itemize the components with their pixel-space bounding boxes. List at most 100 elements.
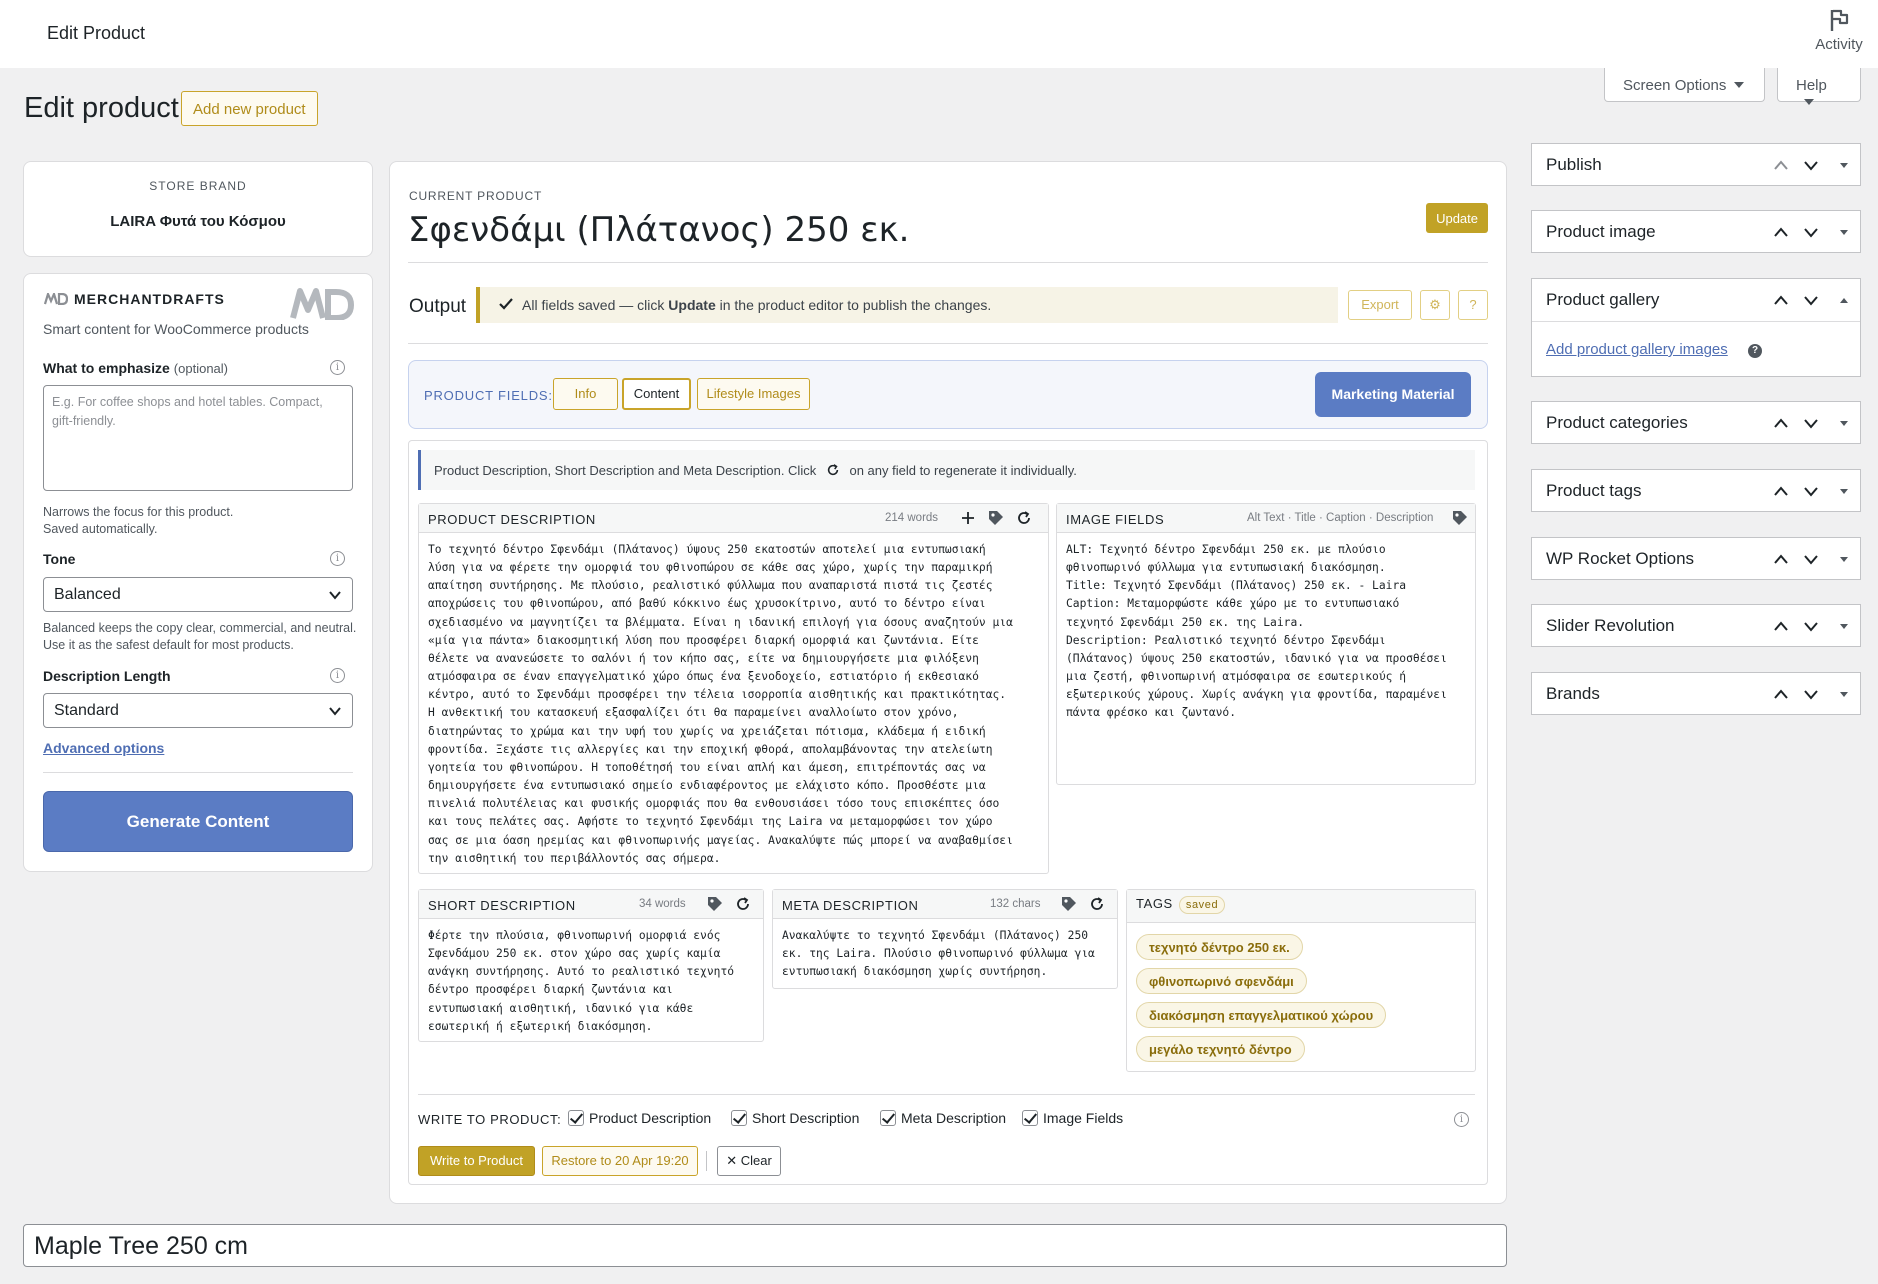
update-button[interactable]: Update: [1426, 203, 1488, 233]
image-fields-text[interactable]: ALT: Τεχνητό δέντρο Σφενδάμι 250 εκ. με …: [1066, 541, 1469, 723]
current-product-label: CURRENT PRODUCT: [409, 189, 543, 203]
clear-label: Clear: [740, 1153, 772, 1168]
tag-icon[interactable]: [707, 896, 723, 912]
box-controls-icon[interactable]: [1770, 552, 1854, 566]
field-title: TAGS saved: [1136, 896, 1226, 914]
box-controls-icon[interactable]: [1770, 484, 1854, 498]
divider: [43, 772, 353, 773]
tag-icon[interactable]: [988, 510, 1004, 526]
sidebar-box-brands[interactable]: Brands: [1531, 672, 1861, 715]
checkbox-box[interactable]: [880, 1110, 896, 1126]
box-controls-icon[interactable]: [1770, 687, 1854, 701]
short-description-field: SHORT DESCRIPTION 34 words Φέρτε την πλο…: [418, 889, 764, 1042]
generate-content-button[interactable]: Generate Content: [43, 791, 353, 852]
product-title-input[interactable]: Maple Tree 250 cm: [23, 1224, 1507, 1267]
activity-button[interactable]: Activity: [1804, 8, 1874, 64]
product-description-text[interactable]: Το τεχνητό δέντρο Σφενδάμι (Πλάτανος) ύψ…: [428, 541, 1042, 868]
help-label: Help: [1796, 77, 1827, 94]
refresh-icon[interactable]: [1016, 510, 1032, 526]
info-icon[interactable]: i: [330, 551, 345, 566]
short-description-text[interactable]: Φέρτε την πλούσια, φθινοπωρινή ομορφιά ε…: [428, 927, 757, 1036]
meta-description-text[interactable]: Ανακαλύψτε το τεχνητό Σφενδάμι (Πλάτανος…: [782, 927, 1111, 981]
clear-button[interactable]: ✕ Clear: [717, 1146, 781, 1176]
divider: [418, 1094, 1475, 1095]
box-title: Publish: [1546, 155, 1602, 174]
checkbox-meta-description[interactable]: Meta Description: [880, 1110, 1006, 1126]
checkbox-image-fields[interactable]: Image Fields: [1022, 1110, 1123, 1126]
info-icon[interactable]: i: [330, 360, 345, 375]
restore-button[interactable]: Restore to 20 Apr 19:20: [542, 1146, 698, 1176]
checkbox-product-description[interactable]: Product Description: [568, 1110, 711, 1126]
tag-pill[interactable]: τεχνητό δέντρο 250 εκ.: [1136, 934, 1303, 960]
plus-icon[interactable]: [960, 510, 976, 526]
box-controls-icon[interactable]: [1770, 416, 1854, 430]
tag-pill[interactable]: μεγάλο τεχνητό δέντρο: [1136, 1036, 1305, 1062]
add-new-product-button[interactable]: Add new product: [181, 91, 318, 126]
tab-content[interactable]: Content: [622, 378, 691, 410]
close-icon: ✕: [726, 1153, 738, 1168]
refresh-icon[interactable]: [735, 896, 751, 912]
content-intro: Product Description, Short Description a…: [418, 450, 1475, 490]
box-controls-icon[interactable]: [1770, 225, 1854, 239]
checkbox-label: Image Fields: [1043, 1110, 1124, 1126]
box-controls-icon[interactable]: [1770, 158, 1854, 172]
sidebar-box-publish[interactable]: Publish: [1531, 143, 1861, 186]
emphasize-input[interactable]: E.g. For coffee shops and hotel tables. …: [43, 385, 353, 491]
box-controls-icon[interactable]: [1770, 293, 1854, 307]
tone-select[interactable]: Balanced: [43, 577, 353, 612]
sidebar-box-product-tags[interactable]: Product tags: [1531, 469, 1861, 512]
box-controls-icon[interactable]: [1770, 619, 1854, 633]
image-fields-field: IMAGE FIELDS Alt Text · Title · Caption …: [1056, 503, 1476, 785]
checkbox-short-description[interactable]: Short Description: [731, 1110, 859, 1126]
tone-label: Tone: [43, 551, 76, 567]
sidebar-box-wp-rocket-options[interactable]: WP Rocket Options: [1531, 537, 1861, 580]
tags-field: TAGS saved τεχνητό δέντρο 250 εκ. φθινοπω…: [1126, 889, 1476, 1072]
tag-pill[interactable]: διακόσμηση επαγγελματικού χώρου: [1136, 1002, 1387, 1028]
tag-icon[interactable]: [1452, 510, 1468, 526]
info-icon[interactable]: i: [330, 668, 345, 683]
tab-info[interactable]: Info: [553, 378, 618, 410]
description-length-select[interactable]: Standard: [43, 693, 353, 728]
sidebar-box-product-categories[interactable]: Product categories: [1531, 401, 1861, 444]
emphasize-label-text: What to emphasize: [43, 360, 170, 376]
add-gallery-images-link[interactable]: Add product gallery images: [1546, 341, 1728, 358]
generator-card: MERCHANTDRAFTS Smart content for WooComm…: [23, 273, 373, 872]
merchantdrafts-logo-large-icon: [290, 288, 354, 320]
image-fields-meta: Alt Text · Title · Caption · Description: [1247, 512, 1434, 524]
field-title: SHORT DESCRIPTION: [428, 898, 576, 913]
content-area: Product Description, Short Description a…: [408, 440, 1488, 1185]
screen-options-button[interactable]: Screen Options: [1604, 68, 1765, 102]
tag-icon[interactable]: [1061, 896, 1077, 912]
sidebar-box-product-image[interactable]: Product image: [1531, 210, 1861, 253]
marketing-material-button[interactable]: Marketing Material: [1315, 372, 1471, 417]
divider: [1532, 321, 1860, 322]
checkmark-icon: [499, 298, 513, 310]
word-count: 34 words: [639, 898, 686, 910]
write-to-product-button[interactable]: Write to Product: [418, 1146, 535, 1176]
box-title: Brands: [1546, 684, 1600, 703]
notice-text-bold: Update: [668, 297, 716, 313]
product-fields-label: PRODUCT FIELDS:: [424, 388, 553, 403]
help-question-button[interactable]: ?: [1458, 290, 1488, 320]
tab-lifestyle-images[interactable]: Lifestyle Images: [697, 378, 810, 410]
field-title: PRODUCT DESCRIPTION: [428, 512, 596, 527]
help-icon[interactable]: ?: [1748, 344, 1762, 358]
intro-text-post: on any field to regenerate it individual…: [849, 463, 1077, 478]
help-button[interactable]: Help: [1777, 68, 1861, 105]
field-header: SHORT DESCRIPTION 34 words: [419, 890, 763, 919]
checkbox-box[interactable]: [568, 1110, 584, 1126]
top-bar: Edit Product Activity: [0, 0, 1878, 68]
sidebar-box-slider-revolution[interactable]: Slider Revolution: [1531, 604, 1861, 647]
tag-pill[interactable]: φθινοπωρινό σφενδάμι: [1136, 968, 1307, 994]
caret-down-icon: [1734, 82, 1745, 88]
export-button[interactable]: Export: [1348, 290, 1412, 320]
caret-down-icon: [1804, 99, 1814, 105]
refresh-icon[interactable]: [1089, 896, 1105, 912]
checkbox-box[interactable]: [731, 1110, 747, 1126]
word-count: 214 words: [885, 512, 939, 524]
meta-description-field: META DESCRIPTION 132 chars Ανακαλύψτε το…: [772, 889, 1118, 989]
settings-gear-button[interactable]: ⚙: [1420, 290, 1450, 320]
info-icon[interactable]: i: [1454, 1112, 1469, 1127]
checkbox-box[interactable]: [1022, 1110, 1038, 1126]
advanced-options-link[interactable]: Advanced options: [43, 740, 164, 756]
